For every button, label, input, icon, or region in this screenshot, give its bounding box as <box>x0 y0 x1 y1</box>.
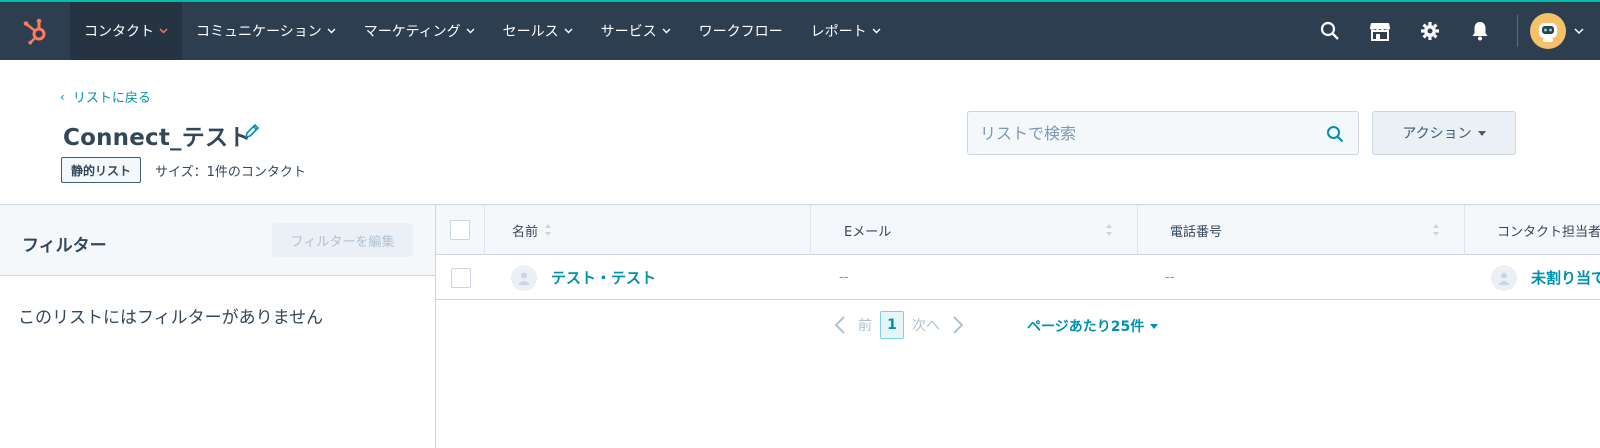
settings-icon[interactable] <box>1405 2 1455 60</box>
sort-icon[interactable] <box>1432 223 1440 237</box>
search-icon[interactable] <box>1305 2 1355 60</box>
per-page-dropdown[interactable]: ページあたり25件 <box>1027 316 1159 336</box>
actions-dropdown-button[interactable]: アクション <box>1372 111 1516 155</box>
sort-icon[interactable] <box>544 223 552 237</box>
nav-item-sales[interactable]: セールス <box>489 2 587 60</box>
prev-page-button[interactable]: 前 <box>858 315 872 335</box>
edit-filters-button[interactable]: フィルターを編集 <box>272 223 413 257</box>
row-select-cell <box>436 255 485 300</box>
page-title: Connect_テスト <box>63 125 252 151</box>
avatar[interactable] <box>1530 13 1566 49</box>
top-navigation: コンタクト コミュニケーション マーケティング セールス サービス ワークフロー… <box>0 0 1600 60</box>
owner-cell: 未割り当て <box>1491 255 1600 300</box>
per-page-label: ページあたり25件 <box>1027 319 1145 335</box>
current-page-number[interactable]: 1 <box>880 311 904 339</box>
list-type-badge: 静的リスト <box>61 157 142 183</box>
chevron-down-icon <box>872 28 881 34</box>
nav-item-label: マーケティング <box>363 24 461 40</box>
select-all-cell <box>436 205 485 255</box>
chevron-down-icon <box>662 28 671 34</box>
caret-down-icon <box>1150 323 1159 329</box>
nav-item-conversations[interactable]: コミュニケーション <box>182 2 350 60</box>
chevron-down-icon <box>564 28 573 34</box>
nav-item-label: コミュニケーション <box>196 24 322 40</box>
filter-empty-message: このリストにはフィルターがありません <box>18 308 324 328</box>
select-all-checkbox[interactable] <box>450 220 470 240</box>
nav-item-reports[interactable]: レポート <box>797 2 895 60</box>
nav-item-label: レポート <box>810 24 867 40</box>
chevron-left-icon: ‹ <box>60 89 65 104</box>
owner-link[interactable]: 未割り当て <box>1531 267 1600 288</box>
list-search-box <box>967 111 1359 155</box>
nav-item-label: サービス <box>600 24 657 40</box>
account-menu-chevron-icon[interactable] <box>1574 2 1600 60</box>
back-link-label: リストに戻る <box>72 91 151 106</box>
column-header-name[interactable]: 名前 <box>485 205 811 255</box>
nav-item-label: コンタクト <box>84 24 154 40</box>
actions-button-label: アクション <box>1402 126 1472 142</box>
filter-panel: フィルター フィルターを編集 このリストにはフィルターがありません <box>0 204 436 448</box>
notifications-icon[interactable] <box>1455 2 1505 60</box>
sort-icon[interactable] <box>1105 223 1113 237</box>
nav-item-label: セールス <box>502 24 559 40</box>
name-cell: テスト・テスト <box>511 255 811 300</box>
owner-avatar-icon <box>1491 264 1517 291</box>
search-icon[interactable] <box>1326 125 1344 143</box>
chevron-down-icon <box>327 28 336 34</box>
caret-down-icon <box>1477 130 1486 136</box>
nav-item-contacts[interactable]: コンタクト <box>70 2 182 60</box>
filter-panel-header: フィルター フィルターを編集 <box>0 205 435 276</box>
pencil-edit-icon[interactable] <box>243 122 261 140</box>
contact-name-link[interactable]: テスト・テスト <box>551 267 656 288</box>
chevron-down-icon <box>466 28 475 34</box>
next-page-button[interactable]: 次へ <box>912 315 940 335</box>
column-header-label: 名前 <box>512 224 539 240</box>
pagination: 前 1 次へ <box>830 310 968 340</box>
nav-utility-area <box>1305 2 1600 60</box>
nav-item-label: ワークフロー <box>698 24 783 40</box>
filter-panel-title: フィルター <box>22 236 107 256</box>
nav-divider <box>1517 15 1518 47</box>
column-header-phone[interactable]: 電話番号 <box>1138 205 1465 255</box>
column-header-email[interactable]: Eメール <box>811 205 1138 255</box>
hubspot-logo-icon[interactable] <box>0 2 70 60</box>
row-checkbox[interactable] <box>450 267 471 288</box>
contact-avatar-icon <box>511 264 537 291</box>
column-header-owner[interactable]: コンタクト担当者 <box>1465 205 1600 255</box>
column-header-label: 電話番号 <box>1170 224 1223 240</box>
nav-item-service[interactable]: サービス <box>587 2 685 60</box>
chevron-left-icon[interactable] <box>830 310 850 340</box>
list-search-input[interactable] <box>968 112 1358 154</box>
column-header-label: コンタクト担当者 <box>1497 224 1600 240</box>
table-header: 名前 Eメール 電話番号 コンタクト担当者 <box>436 205 1600 255</box>
chevron-right-icon[interactable] <box>948 310 968 340</box>
email-cell: -- <box>839 270 849 285</box>
chevron-down-icon <box>159 28 168 34</box>
marketplace-icon[interactable] <box>1355 2 1405 60</box>
nav-item-marketing[interactable]: マーケティング <box>350 2 489 60</box>
table-row: テスト・テスト -- -- 未割り当て <box>436 255 1600 300</box>
back-to-lists-link[interactable]: ‹ リストに戻る <box>60 87 151 107</box>
list-size-text: サイズ：1件のコンタクト <box>155 165 306 180</box>
contacts-table: 名前 Eメール 電話番号 コンタクト担当者 テスト・テスト -- -- 未割り当… <box>436 204 1600 300</box>
phone-cell: -- <box>1165 270 1175 285</box>
column-header-label: Eメール <box>844 224 892 240</box>
nav-item-workflows[interactable]: ワークフロー <box>685 2 797 60</box>
